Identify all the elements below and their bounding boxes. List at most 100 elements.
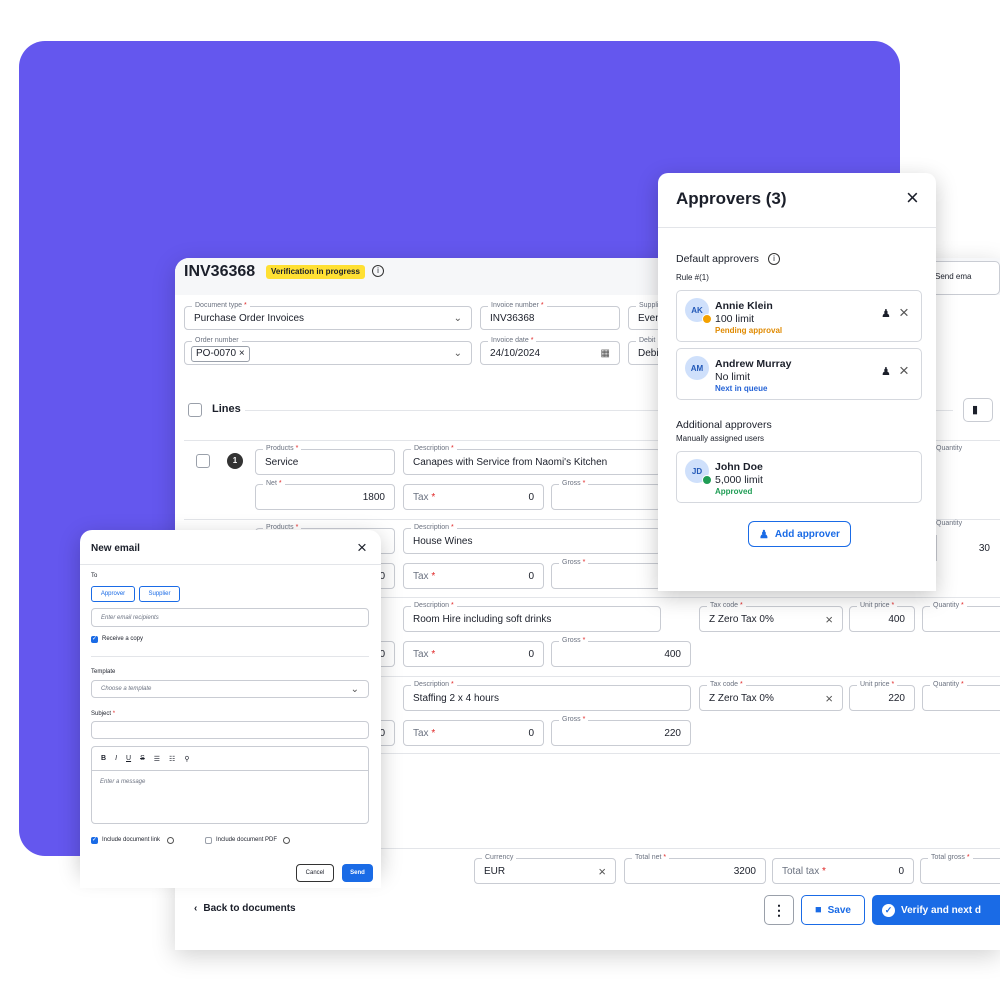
invoice-number-field[interactable]: Invoice number * INV36368: [480, 301, 620, 330]
underline-button[interactable]: U: [126, 755, 131, 762]
include-link-checkbox[interactable]: ✓: [91, 837, 98, 844]
unit-price-field[interactable]: Unit price * 400: [849, 601, 915, 632]
additional-approvers-subtitle: Manually assigned users: [676, 434, 765, 443]
add-user-icon: ♟: [759, 528, 769, 541]
delete-lines-button[interactable]: ▮: [963, 398, 993, 422]
clear-icon[interactable]: ×: [825, 607, 833, 631]
order-chip[interactable]: PO-0070 ×: [191, 346, 250, 362]
receive-copy-label: Receive a copy: [102, 636, 144, 642]
chevron-down-icon: ⌄: [350, 683, 359, 695]
bold-button[interactable]: B: [101, 755, 106, 762]
avatar: JD: [685, 459, 712, 485]
template-label: Template: [91, 669, 116, 675]
more-options-button[interactable]: ⋮: [764, 895, 794, 925]
info-icon[interactable]: [167, 837, 174, 844]
send-email-button[interactable]: Send ema: [931, 261, 1000, 295]
tax-code-select[interactable]: Tax code * Z Zero Tax 0% ×: [699, 601, 843, 632]
currency-select[interactable]: Currency EUR ×: [474, 853, 616, 884]
invoice-title: INV36368: [184, 263, 256, 280]
subject-label: Subject *: [91, 711, 116, 717]
info-icon[interactable]: i: [372, 265, 384, 277]
new-email-dialog: New email × To Approver Supplier Enter e…: [80, 530, 381, 870]
more-vertical-icon: ⋮: [772, 901, 786, 918]
divider: [658, 227, 936, 228]
total-net-field: Total net * 3200: [624, 853, 766, 884]
verify-and-next-button[interactable]: ✓ Verify and next d: [872, 895, 1000, 925]
add-approver-button[interactable]: ♟ Add approver: [748, 521, 851, 547]
send-button[interactable]: Send: [342, 864, 373, 882]
quantity-field[interactable]: Quantity *: [922, 601, 1000, 632]
total-gross-field: Total gross *: [920, 853, 1000, 884]
description-field[interactable]: Description * Staffing 2 x 4 hours: [403, 680, 691, 711]
rule-label: Rule #(1): [676, 273, 709, 282]
editor-toolbar: B I U S ☰ ☷ ⚲: [92, 747, 368, 771]
default-approvers-heading: Default approvers: [676, 253, 759, 265]
status-badge: Verification in progress: [266, 265, 365, 279]
avatar: AK: [685, 298, 712, 324]
chevron-down-icon: ⌄: [453, 312, 462, 324]
close-icon[interactable]: ×: [357, 538, 367, 558]
approver-chip[interactable]: Approver: [91, 586, 135, 602]
save-button[interactable]: ■ Save: [801, 895, 865, 925]
info-icon[interactable]: [283, 837, 290, 844]
quantity-field[interactable]: Quantity *: [922, 680, 1000, 711]
check-circle-icon: ✓: [882, 903, 895, 917]
chevron-left-icon: ‹: [194, 903, 198, 914]
line-checkbox[interactable]: [196, 454, 210, 468]
additional-approvers-heading: Additional approvers: [676, 419, 772, 431]
gross-field[interactable]: Gross * 220: [551, 715, 691, 746]
tax-field[interactable]: Tax * 0: [403, 720, 544, 746]
numbered-list-icon[interactable]: ☷: [169, 755, 175, 763]
product-field[interactable]: Products * Service: [255, 444, 395, 475]
line2-quantity-clip: Quantity 30: [936, 519, 1000, 561]
description-field[interactable]: Description * Room Hire including soft d…: [403, 601, 661, 632]
calendar-icon[interactable]: ▦: [601, 342, 610, 364]
pending-icon: [702, 314, 712, 324]
subject-input[interactable]: [91, 721, 369, 739]
template-select[interactable]: Choose a template ⌄: [91, 680, 369, 698]
gross-field[interactable]: Gross *: [551, 479, 661, 510]
tax-field[interactable]: Tax * 0: [403, 484, 544, 510]
back-to-documents-link[interactable]: ‹ Back to documents: [194, 903, 296, 914]
message-editor[interactable]: B I U S ☰ ☷ ⚲ Enter a message: [91, 746, 369, 824]
tax-field[interactable]: Tax * 0: [403, 563, 544, 589]
gross-field[interactable]: Gross *: [551, 558, 661, 589]
cancel-button[interactable]: Cancel: [296, 864, 334, 882]
gross-field[interactable]: Gross * 400: [551, 636, 691, 667]
tax-code-select[interactable]: Tax code * Z Zero Tax 0% ×: [699, 680, 843, 711]
line-number-badge: 1: [227, 453, 243, 469]
approver-card: JD John Doe 5,000 limit Approved: [676, 451, 922, 503]
trash-icon: ▮: [972, 404, 979, 416]
chevron-down-icon: ⌄: [453, 347, 462, 359]
clear-icon[interactable]: ×: [825, 686, 833, 710]
supplier-chip[interactable]: Supplier: [139, 586, 180, 602]
divider: [80, 564, 381, 565]
link-icon[interactable]: ⚲: [184, 755, 189, 763]
description-field[interactable]: Description * House Wines: [403, 523, 661, 554]
invoice-date-field[interactable]: Invoice date * 24/10/2024 ▦: [480, 336, 620, 365]
clear-icon[interactable]: ×: [598, 859, 606, 883]
document-type-select[interactable]: Document type * Purchase Order Invoices …: [184, 301, 472, 330]
recipients-input[interactable]: Enter email recipients: [91, 608, 369, 627]
email-footer: Cancel Send: [80, 864, 381, 888]
close-icon[interactable]: ×: [906, 185, 919, 211]
total-tax-field: Total tax * 0: [772, 858, 914, 884]
strikethrough-button[interactable]: S: [140, 755, 145, 762]
description-field[interactable]: Description * Canapes with Service from …: [403, 444, 661, 475]
lines-select-all-checkbox[interactable]: [188, 403, 202, 417]
italic-button[interactable]: I: [115, 755, 117, 762]
info-icon[interactable]: i: [768, 253, 780, 265]
remove-icon[interactable]: ×: [899, 303, 909, 323]
include-pdf-checkbox[interactable]: [205, 837, 212, 844]
delegate-user-icon[interactable]: ♟: [881, 307, 891, 320]
tax-field[interactable]: Tax * 0: [403, 641, 544, 667]
bullet-list-icon[interactable]: ☰: [154, 755, 160, 763]
receive-copy-checkbox[interactable]: ✓: [91, 636, 98, 643]
approver-card: AK Annie Klein 100 limit Pending approva…: [676, 290, 922, 342]
delegate-user-icon[interactable]: ♟: [881, 365, 891, 378]
net-field[interactable]: Net * 1800: [255, 479, 395, 510]
divider: [91, 656, 369, 657]
unit-price-field[interactable]: Unit price * 220: [849, 680, 915, 711]
order-number-select[interactable]: Order number PO-0070 × ⌄: [184, 336, 472, 365]
remove-icon[interactable]: ×: [899, 361, 909, 381]
